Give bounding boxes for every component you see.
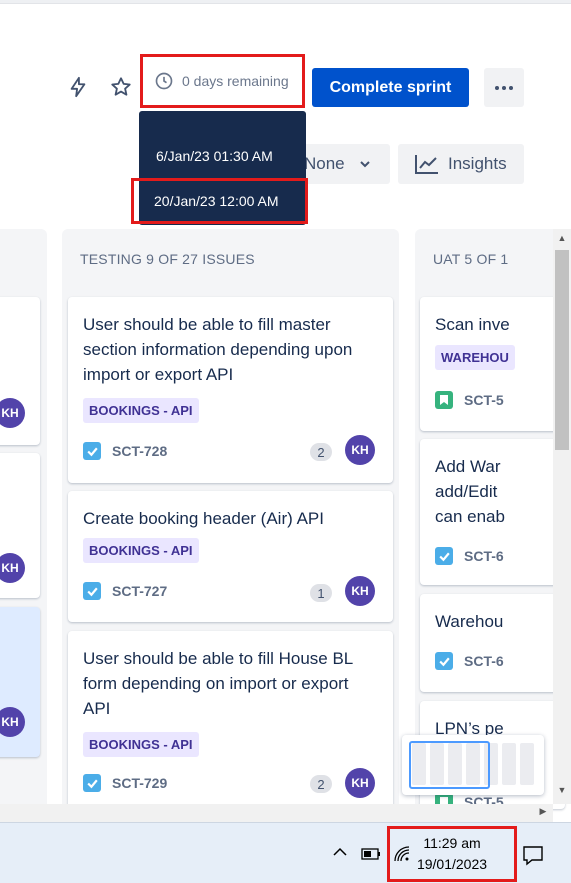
battery-icon[interactable]	[361, 848, 381, 860]
issue-card[interactable]: User should be able to fill House BL for…	[68, 631, 393, 811]
issue-card[interactable]: Create booking header (Air) API BOOKINGS…	[68, 491, 393, 622]
taskbar-clock[interactable]: 11:29 am 19/01/2023	[387, 826, 517, 882]
epic-badge: WAREHOU	[435, 345, 515, 370]
avatar[interactable]: KH	[345, 435, 375, 465]
epic-badge: BOOKINGS - API	[83, 398, 199, 423]
story-points: 2	[310, 775, 332, 793]
sprint-timer[interactable]: 0 days remaining	[140, 54, 305, 108]
automation-lightning-icon[interactable]	[64, 72, 92, 102]
notification-icon[interactable]	[522, 844, 544, 866]
sprint-start-date: 6/Jan/23 01:30 AM	[156, 148, 273, 164]
issue-meta: SCT-727	[83, 582, 167, 600]
issue-card[interactable]: Warehou SCT-6	[420, 594, 565, 692]
clock-icon	[155, 72, 173, 90]
chart-line-icon	[415, 155, 438, 174]
issue-title: Create booking header (Air) API	[83, 509, 324, 528]
minimap-column	[520, 743, 534, 785]
days-remaining-text: 0 days remaining	[182, 73, 289, 89]
sprint-end-date: 20/Jan/23 12:00 AM	[131, 178, 308, 224]
issue-key[interactable]: SCT-6	[464, 548, 504, 564]
minimap-column	[502, 743, 516, 785]
minimap-viewport[interactable]	[409, 741, 490, 789]
board-column-testing: TESTING 9 OF 27 ISSUES User should be ab…	[62, 229, 399, 811]
avatar[interactable]: KH	[345, 576, 375, 606]
insights-button[interactable]: Insights	[398, 144, 524, 184]
issue-key[interactable]: SCT-729	[112, 775, 167, 791]
task-checkbox-icon	[83, 774, 101, 792]
story-points: 1	[310, 584, 332, 602]
issue-title: Add War add/Edit can enab	[435, 457, 505, 526]
clock-date: 19/01/2023	[416, 856, 488, 872]
issue-title: User should be able to fill House BL for…	[83, 649, 353, 718]
issue-key[interactable]: SCT-727	[112, 583, 167, 599]
task-checkbox-icon	[435, 652, 453, 670]
task-checkbox-icon	[83, 582, 101, 600]
star-icon[interactable]	[107, 72, 135, 102]
column-title-testing: TESTING 9 OF 27 ISSUES	[80, 251, 255, 267]
chevron-down-icon	[359, 161, 370, 168]
epic-badge: BOOKINGS - API	[83, 538, 199, 563]
column-title-uat: UAT 5 OF 1	[433, 251, 509, 267]
scroll-up-arrow-icon[interactable]: ▲	[553, 233, 571, 249]
issue-card[interactable]: Add War add/Edit can enab SCT-6	[420, 439, 565, 585]
task-checkbox-icon	[435, 547, 453, 565]
board-column-uat: UAT 5 OF 1 Scan inve WAREHOU SCT-5 Add W…	[415, 229, 565, 809]
group-by-select[interactable]: None	[300, 144, 390, 184]
issue-title: Scan inve	[435, 315, 510, 334]
issue-meta: SCT-6	[435, 547, 504, 565]
issue-meta: SCT-729	[83, 774, 167, 792]
chevron-up-icon[interactable]	[332, 844, 348, 860]
issue-key[interactable]: SCT-6	[464, 653, 504, 669]
clock-time: 11:29 am	[423, 835, 481, 851]
complete-sprint-button[interactable]: Complete sprint	[312, 68, 469, 107]
issue-card[interactable]: Scan inve WAREHOU SCT-5	[420, 297, 565, 431]
avatar[interactable]: KH	[345, 768, 375, 798]
scroll-right-arrow-icon[interactable]: ▶	[536, 806, 550, 820]
issue-key[interactable]: SCT-728	[112, 443, 167, 459]
more-actions-button[interactable]	[484, 68, 524, 107]
epic-badge: BOOKINGS - API	[83, 732, 199, 757]
horizontal-scrollbar[interactable]	[0, 804, 553, 822]
story-icon	[435, 391, 453, 409]
board-minimap[interactable]	[402, 735, 544, 795]
scroll-down-arrow-icon[interactable]: ▼	[553, 785, 571, 799]
issue-meta: SCT-5	[435, 391, 504, 409]
issue-title: Warehou	[435, 612, 504, 631]
issue-key[interactable]: SCT-5	[464, 392, 504, 408]
vertical-scroll-thumb[interactable]	[555, 250, 569, 450]
task-checkbox-icon	[83, 442, 101, 460]
sprint-dates-tooltip: 6/Jan/23 01:30 AM 20/Jan/23 12:00 AM	[131, 111, 308, 225]
issue-meta: SCT-728	[83, 442, 167, 460]
issue-card[interactable]: User should be able to fill master secti…	[68, 297, 393, 483]
group-by-value: None	[304, 154, 345, 173]
insights-label: Insights	[448, 154, 507, 173]
story-points: 2	[310, 443, 332, 461]
issue-meta: SCT-6	[435, 652, 504, 670]
top-border	[0, 0, 571, 4]
issue-title: User should be able to fill master secti…	[83, 315, 353, 384]
